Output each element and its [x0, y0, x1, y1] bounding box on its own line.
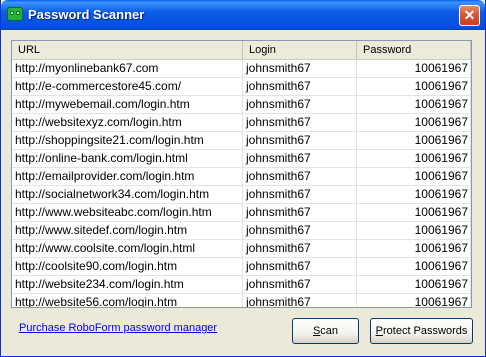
purchase-roboform-link[interactable]: Purchase RoboForm password manager: [19, 322, 217, 334]
cell-url: http://websitexyz.com/login.htm: [12, 114, 243, 131]
protect-label-rest: rotect Passwords: [382, 325, 468, 337]
scan-label-rest: can: [320, 325, 339, 337]
list-body: http://myonlinebank67.com johnsmith67 1006…: [12, 60, 471, 307]
table-row[interactable]: http://websitexyz.com/login.htm johnsmith…: [12, 114, 471, 132]
cell-password: 10061967: [357, 78, 471, 95]
table-row[interactable]: http://e-commercestore45.com/johnsmith67…: [12, 78, 471, 96]
close-button[interactable]: ✕: [459, 5, 480, 26]
table-row[interactable]: http://coolsite90.com/login.htm johnsmith…: [12, 258, 471, 276]
column-header-password[interactable]: Password: [357, 41, 471, 59]
cell-login: johnsmith67: [243, 186, 357, 203]
table-row[interactable]: http://emailprovider.com/login.htm johnsm…: [12, 168, 471, 186]
cell-password: 10061967: [357, 114, 471, 131]
cell-url: http://www.websiteabc.com/login.htm: [12, 204, 243, 221]
close-icon: ✕: [463, 7, 476, 23]
cell-url: http://website56.com/login.htm: [12, 294, 243, 307]
column-header-url[interactable]: URL: [12, 41, 243, 59]
cell-url: http://coolsite90.com/login.htm: [12, 258, 243, 275]
column-header-login[interactable]: Login: [243, 41, 357, 59]
scan-button[interactable]: Scan: [292, 318, 359, 344]
cell-password: 10061967: [357, 294, 471, 307]
table-row[interactable]: http://online-bank.com/login.html johnsmi…: [12, 150, 471, 168]
password-scanner-window: Password Scanner ✕ URL Login Password ht…: [0, 0, 486, 357]
cell-url: http://www.sitedef.com/login.htm: [12, 222, 243, 239]
title-bar[interactable]: Password Scanner ✕: [1, 0, 485, 30]
cell-url: http://e-commercestore45.com/: [12, 78, 243, 95]
table-row[interactable]: http://socialnetwork34.com/login.htm john…: [12, 186, 471, 204]
cell-login: johnsmith67: [243, 204, 357, 221]
scan-accelerator: S: [312, 325, 321, 337]
cell-password: 10061967: [357, 276, 471, 293]
cell-password: 10061967: [357, 204, 471, 221]
window-title: Password Scanner: [28, 7, 145, 22]
cell-login: johnsmith67: [243, 114, 357, 131]
cell-login: johnsmith67: [243, 150, 357, 167]
cell-login: johnsmith67: [243, 276, 357, 293]
cell-url: http://www.coolsite.com/login.html: [12, 240, 243, 257]
cell-url: http://shoppingsite21.com/login.htm: [12, 132, 243, 149]
table-row[interactable]: http://www.coolsite.com/login.html johnsm…: [12, 240, 471, 258]
cell-login: johnsmith67: [243, 240, 357, 257]
password-list[interactable]: URL Login Password http://myonlinebank67…: [11, 40, 472, 308]
table-row[interactable]: http://mywebemail.com/login.htm johnsmith…: [12, 96, 471, 114]
cell-login: johnsmith67: [243, 96, 357, 113]
cell-password: 10061967: [357, 96, 471, 113]
cell-password: 10061967: [357, 150, 471, 167]
cell-login: johnsmith67: [243, 168, 357, 185]
cell-login: johnsmith67: [243, 294, 357, 307]
roboform-app-icon: [7, 7, 23, 21]
cell-password: 10061967: [357, 240, 471, 257]
cell-url: http://myonlinebank67.com: [12, 60, 243, 77]
cell-login: johnsmith67: [243, 78, 357, 95]
cell-password: 10061967: [357, 222, 471, 239]
cell-login: johnsmith67: [243, 258, 357, 275]
table-row[interactable]: http://www.sitedef.com/login.htm johnsmit…: [12, 222, 471, 240]
cell-url: http://website234.com/login.htm: [12, 276, 243, 293]
cell-url: http://mywebemail.com/login.htm: [12, 96, 243, 113]
list-header: URL Login Password: [12, 41, 471, 60]
table-row[interactable]: http://shoppingsite21.com/login.htm johns…: [12, 132, 471, 150]
protect-passwords-button[interactable]: Protect Passwords: [370, 318, 473, 344]
cell-login: johnsmith67: [243, 132, 357, 149]
cell-password: 10061967: [357, 60, 471, 77]
cell-url: http://online-bank.com/login.html: [12, 150, 243, 167]
table-row[interactable]: http://website234.com/login.htm johnsmith…: [12, 276, 471, 294]
cell-password: 10061967: [357, 186, 471, 203]
protect-accelerator: P: [375, 325, 383, 337]
cell-login: johnsmith67: [243, 60, 357, 77]
table-row[interactable]: http://www.websiteabc.com/login.htm johns…: [12, 204, 471, 222]
cell-password: 10061967: [357, 168, 471, 185]
cell-password: 10061967: [357, 258, 471, 275]
cell-url: http://socialnetwork34.com/login.htm: [12, 186, 243, 203]
table-row[interactable]: http://website56.com/login.htm johnsmith6…: [12, 294, 471, 307]
table-row[interactable]: http://myonlinebank67.com johnsmith67 1006…: [12, 60, 471, 78]
cell-url: http://emailprovider.com/login.htm: [12, 168, 243, 185]
cell-login: johnsmith67: [243, 222, 357, 239]
cell-password: 10061967: [357, 132, 471, 149]
